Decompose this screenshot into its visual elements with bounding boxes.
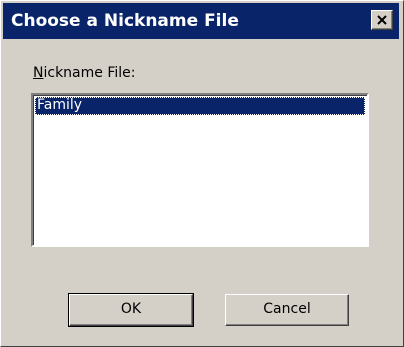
close-button[interactable]: [371, 10, 393, 30]
close-icon: [377, 15, 387, 25]
dialog-title: Choose a Nickname File: [11, 11, 239, 31]
nickname-file-listbox[interactable]: Family: [31, 93, 369, 247]
title-bar[interactable]: Choose a Nickname File: [3, 3, 399, 39]
list-item-family[interactable]: Family: [35, 97, 365, 115]
dialog-window: Choose a Nickname File Nickname File: Fa…: [0, 0, 404, 347]
nickname-file-label: Nickname File:: [33, 65, 135, 81]
label-text: ickname File:: [43, 65, 136, 81]
cancel-button[interactable]: Cancel: [225, 294, 349, 326]
label-mnemonic: N: [33, 65, 44, 81]
ok-button[interactable]: OK: [68, 293, 194, 327]
